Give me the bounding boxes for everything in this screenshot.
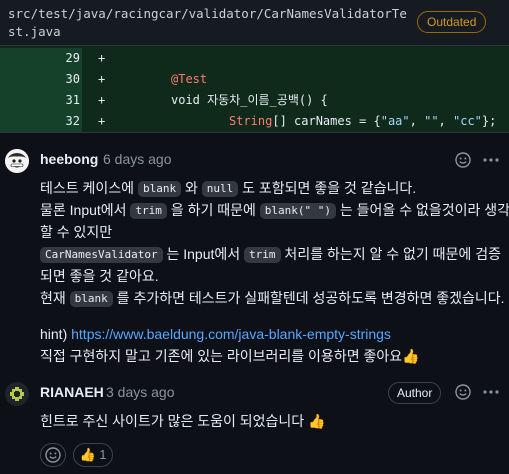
add-reaction-button[interactable] (40, 443, 66, 467)
text-span: 현재 (40, 290, 70, 306)
comment-timestamp[interactable]: 3 days ago (106, 384, 175, 400)
inline-code: blank (69, 291, 113, 307)
text-span: 도 포함되면 좋을 것 같습니다. (238, 180, 417, 196)
comment-line: CarNamesValidator 는 Input에서 trim 처리를 하는지… (40, 243, 501, 265)
comment-author[interactable]: heebong (40, 151, 98, 167)
thumbs-up-emoji-icon: 👍 (402, 348, 420, 364)
comment-line: 현재 blank 를 추가하면 테스트가 실패할텐데 성공하도록 변경하면 좋겠… (40, 287, 509, 309)
inline-code: trim (130, 203, 167, 219)
add-reaction-button[interactable] (453, 152, 473, 172)
text-span: 물론 Input에서 (40, 202, 131, 218)
outdated-badge: Outdated (417, 11, 487, 33)
avatar-icon (5, 149, 29, 173)
avatar[interactable] (5, 149, 29, 173)
text-span: 직접 구현하지 말고 기존에 있는 라이브러리를 이용하면 좋아요 (40, 348, 403, 364)
text-span: 는 들어올 수 없을것이라 생각 (336, 202, 509, 218)
line-number[interactable]: 30 (0, 69, 82, 90)
avatar-icon (5, 382, 29, 406)
code-type: String (229, 114, 273, 128)
thumbs-up-emoji-icon: 👍 (79, 447, 96, 462)
text-span: hint) (40, 326, 72, 342)
text-span: 와 (181, 180, 202, 196)
comment-line: 할 수 있지만 (40, 224, 113, 240)
kebab-horizontal-icon (483, 158, 499, 162)
reaction-count: 1 (99, 447, 107, 462)
diff-code-block: 29 + 30 + @Test 31 + void 자동차_이름_공백() { … (0, 46, 509, 132)
code-text: String[] carNames = {"aa", "", "cc"}; (229, 111, 496, 132)
comment-line: hint) https://www.baeldung.com/java-blan… (40, 323, 391, 345)
diff-line: 31 + void 자동차_이름_공백() { (0, 90, 509, 111)
added-marker: + (98, 114, 106, 128)
code-string: "aa" (380, 114, 410, 128)
inline-code: trim (244, 247, 281, 263)
code-text-mid: [] carNames = { (272, 114, 381, 128)
text-span: 처리를 하는지 알 수 없기 때문에 검증 (280, 246, 501, 262)
code-string: "" (424, 114, 439, 128)
kebab-horizontal-icon (483, 390, 499, 394)
divider (0, 132, 509, 133)
author-badge: Author (388, 382, 442, 404)
code-comma: , (409, 114, 425, 128)
comment-line: 테스트 케이스에 blank 와 null 도 포함되면 좋을 것 같습니다. (40, 177, 416, 199)
added-marker: + (98, 93, 106, 107)
comment-line: 힌트로 주신 사이트가 많은 도움이 되었습니다 👍 (40, 410, 326, 432)
text-span: 테스트 케이스에 (40, 180, 138, 196)
code-comma: , (438, 114, 453, 128)
thumbs-up-emoji-icon: 👍 (308, 413, 326, 429)
add-reaction-button[interactable] (453, 384, 473, 404)
added-marker: + (98, 72, 106, 86)
diff-line: 30 + @Test (0, 69, 509, 90)
inline-code: blank (137, 181, 182, 197)
thumbs-up-reaction[interactable]: 👍 1 (73, 443, 113, 467)
diff-line: 29 + (0, 48, 509, 69)
comment-line: 되면 좋을 것 같아요. (40, 268, 159, 284)
avatar[interactable] (5, 382, 29, 406)
smiley-icon (455, 384, 471, 400)
text-span: 를 추가하면 테스트가 실패할텐데 성공하도록 변경하면 좋겠습니다. (112, 290, 509, 306)
comment-line: 직접 구현하지 말고 기존에 있는 라이브러리를 이용하면 좋아요👍 (40, 345, 420, 367)
text-span: 을 하기 때문에 (166, 202, 260, 218)
added-marker: + (98, 51, 106, 65)
comment-author[interactable]: RIANAEH (40, 384, 104, 400)
file-header: src/test/java/racingcar/validator/CarNam… (0, 0, 509, 46)
hint-link[interactable]: https://www.baeldung.com/java-blank-empt… (71, 326, 391, 342)
more-options-button[interactable] (481, 152, 501, 172)
smiley-icon (45, 447, 61, 463)
inline-code: null (201, 181, 239, 197)
diff-line: 32 + String[] carNames = {"aa", "", "cc"… (0, 111, 509, 132)
code-end: }; (481, 114, 497, 128)
inline-code: blank(" ") (259, 203, 337, 219)
more-options-button[interactable] (481, 384, 501, 404)
text-span: 힌트로 주신 사이트가 많은 도움이 되었습니다 (40, 413, 309, 429)
comment-timestamp[interactable]: 6 days ago (103, 151, 172, 167)
text-span: 는 Input에서 (162, 246, 245, 262)
inline-code: CarNamesValidator (40, 247, 163, 263)
file-path[interactable]: src/test/java/racingcar/validator/CarNam… (8, 5, 413, 41)
line-number[interactable]: 29 (0, 48, 82, 69)
line-number[interactable]: 32 (0, 111, 82, 132)
comment-line: 물론 Input에서 trim 을 하기 때문에 blank(" ") 는 들어… (40, 199, 509, 221)
code-annotation: @Test (171, 72, 208, 86)
code-text: void 자동차_이름_공백() { (171, 93, 328, 107)
code-string: "cc" (453, 114, 482, 128)
line-number[interactable]: 31 (0, 90, 82, 111)
smiley-icon (455, 152, 471, 168)
